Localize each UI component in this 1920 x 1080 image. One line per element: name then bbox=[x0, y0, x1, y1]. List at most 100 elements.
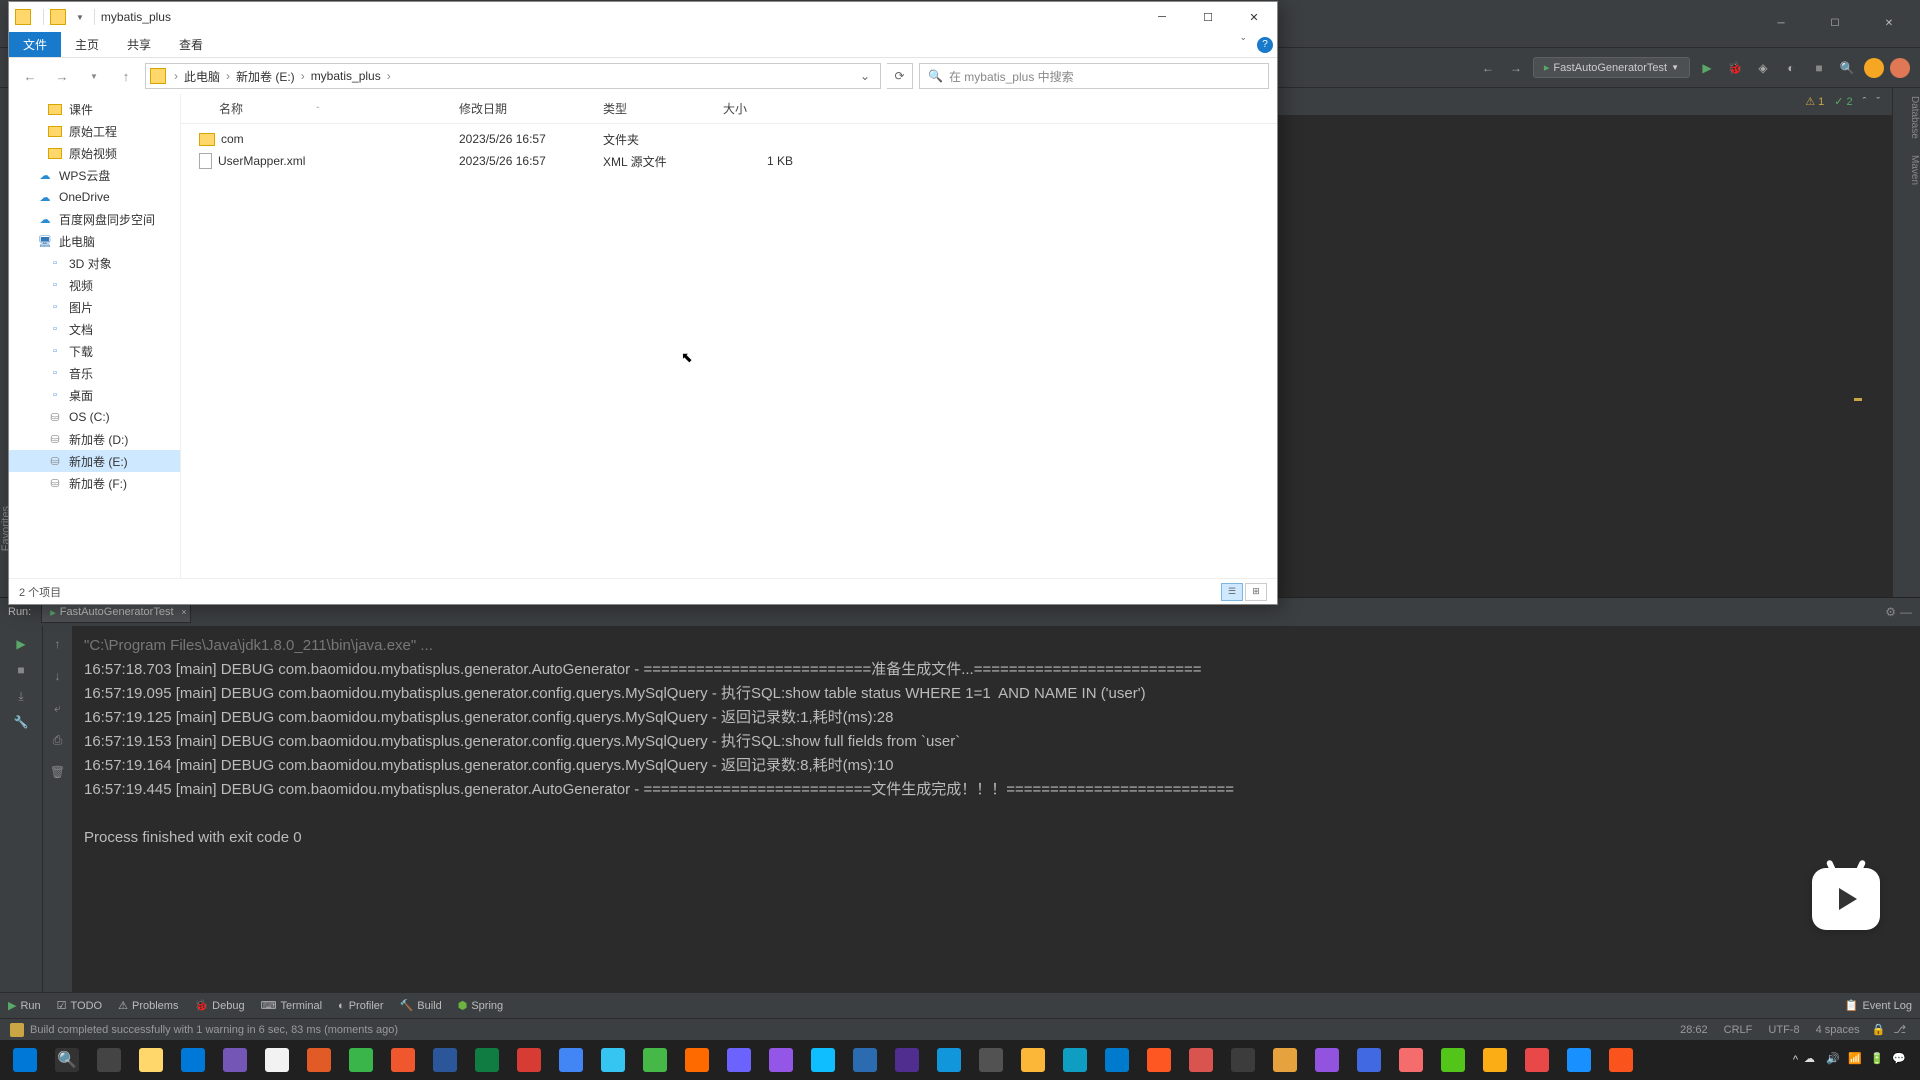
tab-build[interactable]: 🔨Build bbox=[400, 999, 442, 1012]
taskbar-app[interactable] bbox=[1054, 1040, 1096, 1080]
debug-button-icon[interactable]: 🐞 bbox=[1724, 57, 1746, 79]
taskbar-app[interactable] bbox=[1600, 1040, 1642, 1080]
tree-item[interactable]: 原始视频 bbox=[9, 142, 180, 164]
tree-item[interactable]: ☁OneDrive bbox=[9, 186, 180, 208]
taskbar-app[interactable] bbox=[676, 1040, 718, 1080]
down-icon[interactable]: ↓ bbox=[46, 664, 70, 688]
bilibili-float-icon[interactable] bbox=[1812, 868, 1880, 930]
check-badge[interactable]: ✓ 2 bbox=[1834, 95, 1852, 108]
system-tray[interactable]: ^ ☁ 🔊 📶 🔋 💬 bbox=[1793, 1052, 1916, 1068]
tray-icon[interactable]: 🔊 bbox=[1826, 1052, 1842, 1068]
col-type[interactable]: 类型 bbox=[603, 100, 723, 117]
tab-debug[interactable]: 🐞Debug bbox=[194, 999, 244, 1012]
wrap-icon[interactable]: ⤶ bbox=[46, 696, 70, 720]
taskbar-app[interactable] bbox=[1306, 1040, 1348, 1080]
taskbar-app[interactable] bbox=[1264, 1040, 1306, 1080]
wrench-icon[interactable]: 🔧 bbox=[9, 710, 33, 734]
chevron-down-icon[interactable]: ⌄ bbox=[1233, 32, 1253, 57]
tree-item[interactable]: 课件 bbox=[9, 98, 180, 120]
taskbar-app[interactable] bbox=[634, 1040, 676, 1080]
details-view-button[interactable]: ☰ bbox=[1221, 583, 1243, 601]
console-output[interactable]: "C:\Program Files\Java\jdk1.8.0_211\bin\… bbox=[72, 626, 1920, 992]
taskbar-app[interactable] bbox=[550, 1040, 592, 1080]
chevron-down-icon[interactable]: ˇ bbox=[1876, 96, 1880, 108]
col-name[interactable]: 名称 ˆ bbox=[199, 100, 459, 117]
tab-problems[interactable]: ⚠Problems bbox=[118, 999, 178, 1012]
tree-item[interactable]: ▫下载 bbox=[9, 340, 180, 362]
taskbar-app[interactable] bbox=[172, 1040, 214, 1080]
tree-item[interactable]: ⛁OS (C:) bbox=[9, 406, 180, 428]
navigation-tree[interactable]: 课件原始工程原始视频☁WPS云盘☁OneDrive☁百度网盘同步空间🖥此电脑▫3… bbox=[9, 94, 181, 578]
exit-icon[interactable]: ⤓ bbox=[9, 684, 33, 708]
lock-icon[interactable]: 🔒 bbox=[1872, 1023, 1886, 1036]
taskbar-app[interactable] bbox=[424, 1040, 466, 1080]
gear-icon[interactable]: ⚙ bbox=[1885, 605, 1896, 619]
search-button[interactable]: 🔍 bbox=[46, 1040, 88, 1080]
branch-icon[interactable]: ⎇ bbox=[1893, 1023, 1906, 1036]
warning-badge[interactable]: ⚠ 1 bbox=[1805, 95, 1824, 108]
tree-item[interactable]: ▫文档 bbox=[9, 318, 180, 340]
icons-view-button[interactable]: ⊞ bbox=[1245, 583, 1267, 601]
start-button[interactable] bbox=[4, 1040, 46, 1080]
task-view-button[interactable] bbox=[88, 1040, 130, 1080]
taskbar-app[interactable] bbox=[886, 1040, 928, 1080]
chevron-up-icon[interactable]: ˆ bbox=[1863, 96, 1867, 108]
up-icon[interactable]: ↑ bbox=[46, 632, 70, 656]
print-icon[interactable]: ⎙ bbox=[46, 728, 70, 752]
status-encoding[interactable]: UTF-8 bbox=[1768, 1024, 1799, 1036]
ribbon-tab-share[interactable]: 共享 bbox=[113, 32, 165, 57]
trash-icon[interactable]: 🗑 bbox=[46, 760, 70, 784]
coverage-icon[interactable]: ◈ bbox=[1752, 57, 1774, 79]
taskbar-app[interactable] bbox=[256, 1040, 298, 1080]
tree-item[interactable]: ▫视频 bbox=[9, 274, 180, 296]
taskbar-app[interactable] bbox=[1138, 1040, 1180, 1080]
taskbar-app[interactable] bbox=[1432, 1040, 1474, 1080]
taskbar-app[interactable] bbox=[928, 1040, 970, 1080]
col-size[interactable]: 大小 bbox=[723, 100, 803, 117]
ide-close-button[interactable]: ✕ bbox=[1866, 8, 1912, 40]
run-button-icon[interactable]: ▶ bbox=[1696, 57, 1718, 79]
taskbar-app[interactable] bbox=[970, 1040, 1012, 1080]
maximize-button[interactable]: ☐ bbox=[1185, 2, 1231, 32]
taskbar-app[interactable] bbox=[718, 1040, 760, 1080]
tree-item[interactable]: ⛁新加卷 (F:) bbox=[9, 472, 180, 494]
rerun-icon[interactable]: ▶ bbox=[9, 632, 33, 656]
taskbar-app[interactable] bbox=[1222, 1040, 1264, 1080]
taskbar-app[interactable] bbox=[1348, 1040, 1390, 1080]
event-log-button[interactable]: 📋Event Log bbox=[1845, 999, 1912, 1012]
taskbar-app[interactable] bbox=[1558, 1040, 1600, 1080]
taskbar-app[interactable] bbox=[802, 1040, 844, 1080]
taskbar-app[interactable] bbox=[382, 1040, 424, 1080]
up-button[interactable]: ↑ bbox=[113, 63, 139, 89]
nav-back-icon[interactable]: ← bbox=[1477, 57, 1499, 79]
ide-maximize-button[interactable]: ☐ bbox=[1812, 8, 1858, 40]
maven-tool[interactable]: Maven bbox=[1893, 147, 1920, 193]
col-modified[interactable]: 修改日期 bbox=[459, 100, 603, 117]
taskbar-app[interactable] bbox=[844, 1040, 886, 1080]
taskbar-app[interactable] bbox=[214, 1040, 256, 1080]
minimize-button[interactable]: ─ bbox=[1139, 2, 1185, 32]
tray-icon[interactable]: 🔋 bbox=[1870, 1052, 1886, 1068]
status-line-sep[interactable]: CRLF bbox=[1724, 1024, 1753, 1036]
tree-item[interactable]: 🖥此电脑 bbox=[9, 230, 180, 252]
taskbar-app[interactable] bbox=[298, 1040, 340, 1080]
tree-item[interactable]: ▫图片 bbox=[9, 296, 180, 318]
search-icon[interactable]: 🔍 bbox=[1836, 57, 1858, 79]
user-avatar-2[interactable] bbox=[1890, 58, 1910, 78]
tree-item[interactable]: ▫桌面 bbox=[9, 384, 180, 406]
taskbar-app[interactable] bbox=[592, 1040, 634, 1080]
taskbar-app[interactable] bbox=[1516, 1040, 1558, 1080]
taskbar-app[interactable] bbox=[508, 1040, 550, 1080]
database-tool[interactable]: Database bbox=[1893, 88, 1920, 147]
nav-forward-icon[interactable]: → bbox=[1505, 57, 1527, 79]
forward-button[interactable]: → bbox=[49, 63, 75, 89]
search-input[interactable]: 🔍 在 mybatis_plus 中搜索 bbox=[919, 63, 1269, 89]
tree-item[interactable]: ☁WPS云盘 bbox=[9, 164, 180, 186]
taskbar-app[interactable] bbox=[466, 1040, 508, 1080]
ide-minimize-button[interactable]: ─ bbox=[1758, 8, 1804, 40]
run-configuration-dropdown[interactable]: ▸ FastAutoGeneratorTest ▼ bbox=[1533, 57, 1690, 78]
tree-item[interactable]: ▫3D 对象 bbox=[9, 252, 180, 274]
tray-icon[interactable]: ☁ bbox=[1804, 1052, 1820, 1068]
refresh-button[interactable]: ⟳ bbox=[887, 63, 913, 89]
taskbar-app[interactable] bbox=[1390, 1040, 1432, 1080]
